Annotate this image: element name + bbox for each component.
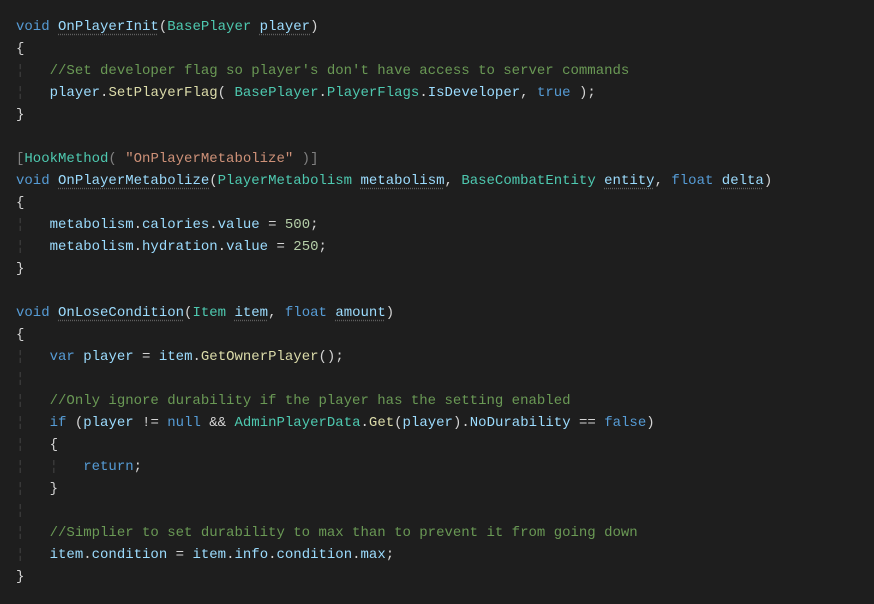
code-line: }: [16, 569, 24, 585]
code-line: ¦ player.SetPlayerFlag( BasePlayer.Playe…: [16, 85, 596, 101]
comment: //Simplier to set durability to max than…: [50, 525, 638, 541]
code-line: ¦ item.condition = item.info.condition.m…: [16, 547, 394, 563]
property: value: [226, 239, 268, 255]
code-line: ¦ //Simplier to set durability to max th…: [16, 525, 638, 541]
param-name: delta: [722, 173, 764, 189]
keyword-var: var: [50, 349, 75, 365]
method-call: Get: [369, 415, 394, 431]
blank-line: [16, 283, 24, 299]
property: NoDurability: [470, 415, 571, 431]
variable: item: [159, 349, 193, 365]
attribute-name: HookMethod: [24, 151, 108, 167]
param-type: float: [671, 173, 713, 189]
method-call: SetPlayerFlag: [108, 85, 217, 101]
code-line: ¦ if (player != null && AdminPlayerData.…: [16, 415, 655, 431]
param-name: amount: [335, 305, 385, 321]
keyword-return: return: [83, 459, 133, 475]
param-name: metabolism: [360, 173, 444, 189]
blank-line: [16, 129, 24, 145]
code-line: {: [16, 195, 24, 211]
code-line: ¦ ¦ return;: [16, 459, 142, 475]
param-type: float: [285, 305, 327, 321]
type-ref: AdminPlayerData: [234, 415, 360, 431]
param-name: item: [234, 305, 268, 321]
keyword-void: void: [16, 173, 50, 189]
code-line: ¦ //Only ignore durability if the player…: [16, 393, 571, 409]
keyword-void: void: [16, 19, 50, 35]
code-line: {: [16, 327, 24, 343]
code-line: ¦ var player = item.GetOwnerPlayer();: [16, 349, 344, 365]
code-editor[interactable]: void OnPlayerInit(BasePlayer player) { ¦…: [16, 16, 858, 588]
variable: metabolism: [50, 239, 134, 255]
keyword-void: void: [16, 305, 50, 321]
variable: player: [403, 415, 453, 431]
variable: item: [50, 547, 84, 563]
param-type: PlayerMetabolism: [218, 173, 352, 189]
property: max: [361, 547, 386, 563]
param-type: BaseCombatEntity: [461, 173, 595, 189]
variable: player: [83, 415, 133, 431]
keyword-null: null: [167, 415, 201, 431]
property: condition: [277, 547, 353, 563]
param-name: player: [260, 19, 310, 35]
code-line: [HookMethod( "OnPlayerMetabolize" )]: [16, 151, 318, 167]
property: condition: [92, 547, 168, 563]
code-line: void OnPlayerMetabolize(PlayerMetabolism…: [16, 173, 772, 189]
property: value: [218, 217, 260, 233]
method-name: OnPlayerInit: [58, 19, 159, 35]
code-line: {: [16, 41, 24, 57]
property: hydration: [142, 239, 218, 255]
code-line: ¦ }: [16, 481, 58, 497]
code-line: ¦ {: [16, 437, 58, 453]
comment: //Set developer flag so player's don't h…: [50, 63, 630, 79]
keyword-if: if: [50, 415, 67, 431]
property: calories: [142, 217, 209, 233]
method-call: GetOwnerPlayer: [201, 349, 319, 365]
method-name: OnLoseCondition: [58, 305, 184, 321]
keyword-true: true: [537, 85, 571, 101]
keyword-false: false: [604, 415, 646, 431]
code-line: void OnLoseCondition(Item item, float am…: [16, 305, 394, 321]
code-line: void OnPlayerInit(BasePlayer player): [16, 19, 319, 35]
number-literal: 500: [285, 217, 310, 233]
variable: player: [83, 349, 133, 365]
code-line: }: [16, 107, 24, 123]
blank-line: ¦: [16, 503, 24, 519]
code-line: }: [16, 261, 24, 277]
code-line: ¦ metabolism.hydration.value = 250;: [16, 239, 327, 255]
enum-ref: PlayerFlags: [327, 85, 419, 101]
type-ref: BasePlayer: [234, 85, 318, 101]
variable: metabolism: [50, 217, 134, 233]
param-name: entity: [604, 173, 654, 189]
property: info: [234, 547, 268, 563]
blank-line: ¦: [16, 371, 24, 387]
string-literal: "OnPlayerMetabolize": [125, 151, 293, 167]
variable: item: [192, 547, 226, 563]
comment: //Only ignore durability if the player h…: [50, 393, 571, 409]
number-literal: 250: [293, 239, 318, 255]
method-name: OnPlayerMetabolize: [58, 173, 209, 189]
variable: player: [50, 85, 100, 101]
code-line: ¦ //Set developer flag so player's don't…: [16, 63, 629, 79]
enum-field: IsDeveloper: [428, 85, 520, 101]
param-type: BasePlayer: [167, 19, 251, 35]
code-line: ¦ metabolism.calories.value = 500;: [16, 217, 319, 233]
param-type: Item: [192, 305, 226, 321]
